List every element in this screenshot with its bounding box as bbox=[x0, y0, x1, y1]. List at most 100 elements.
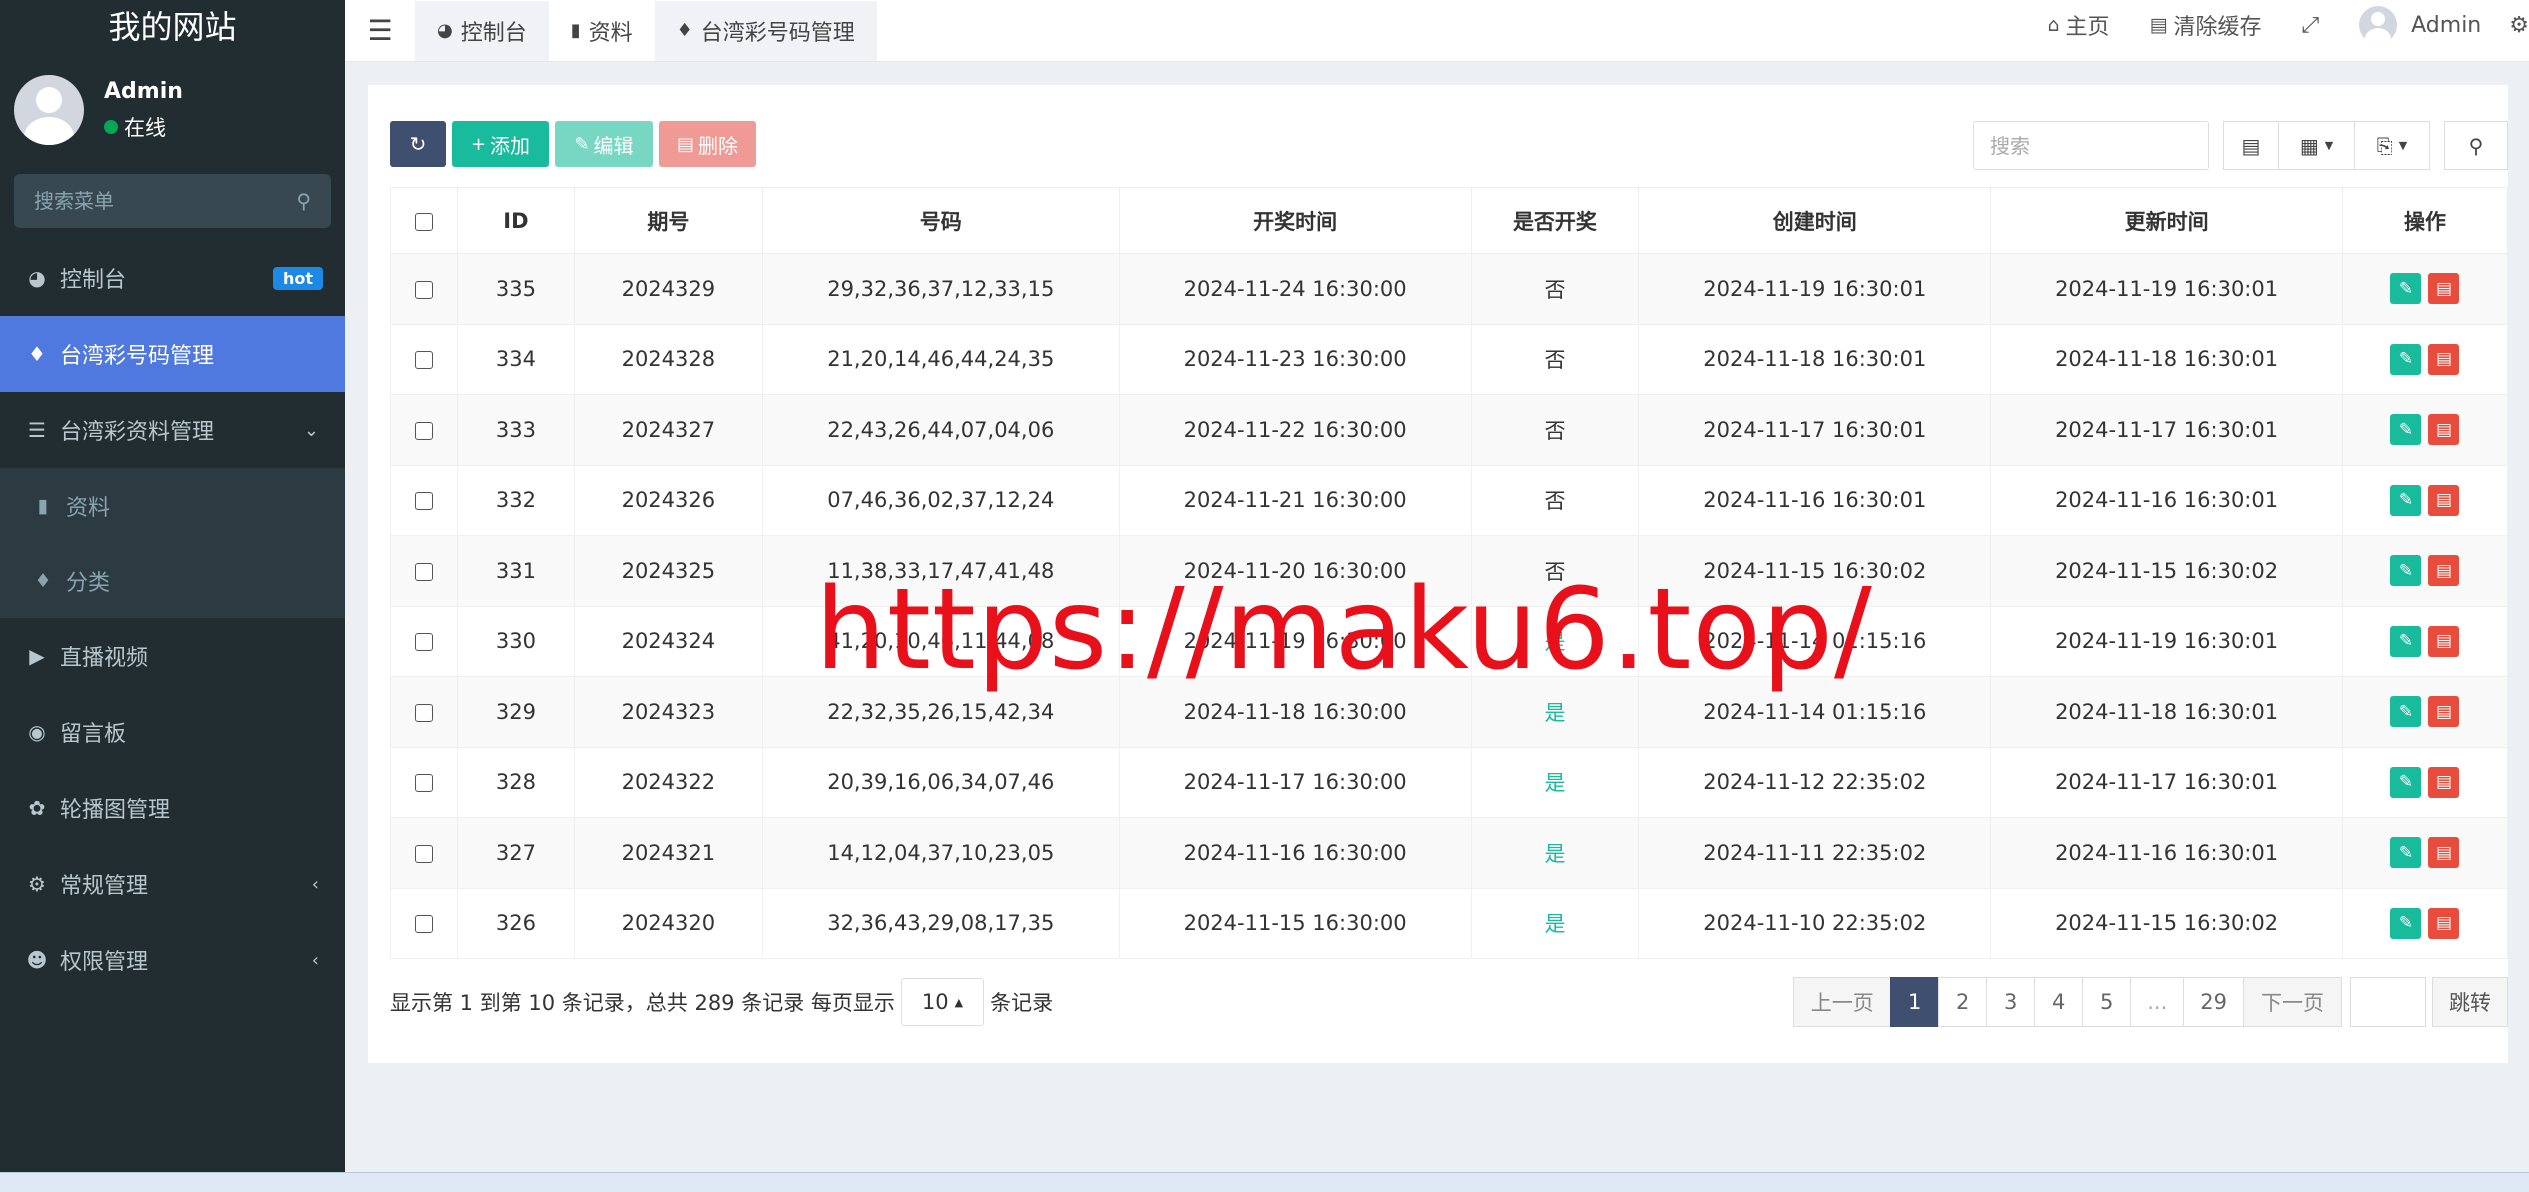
row-edit-button[interactable]: ✎ bbox=[2390, 343, 2422, 375]
home-link[interactable]: ⌂ 主页 bbox=[2027, 9, 2129, 41]
row-edit-button[interactable]: ✎ bbox=[2390, 625, 2422, 657]
row-delete-button[interactable]: ▤ bbox=[2428, 907, 2460, 939]
table-row[interactable]: 328 2024322 20,39,16,06,34,07,46 2024-11-17… bbox=[390, 746, 2509, 818]
row-checkbox[interactable] bbox=[414, 492, 433, 511]
menu-toggle-icon[interactable]: ☰ bbox=[345, 14, 415, 47]
gear-icon[interactable]: ⚙ bbox=[2501, 13, 2529, 38]
numbers-cell: 14,12,04,37,10,23,05 bbox=[761, 817, 1120, 889]
page-button[interactable]: 1 bbox=[1890, 977, 1940, 1027]
id-cell: 329 bbox=[456, 676, 575, 748]
row-checkbox[interactable] bbox=[414, 421, 433, 440]
search-icon[interactable]: ⚲ bbox=[296, 189, 311, 213]
row-delete-button[interactable]: ▤ bbox=[2428, 343, 2460, 375]
drawn-status-cell: 是 bbox=[1470, 746, 1640, 818]
table-row[interactable]: 333 2024327 22,43,26,44,07,04,06 2024-11-22… bbox=[390, 394, 2509, 466]
row-delete-button[interactable]: ▤ bbox=[2428, 555, 2460, 587]
row-delete-button[interactable]: ▤ bbox=[2428, 414, 2460, 446]
row-checkbox[interactable] bbox=[414, 774, 433, 793]
table-row[interactable]: 334 2024328 21,20,14,46,44,24,35 2024-11-23… bbox=[390, 323, 2509, 395]
page-button[interactable]: 29 bbox=[2183, 977, 2244, 1027]
search-button[interactable]: ⚲ bbox=[2444, 121, 2508, 170]
row-checkbox[interactable] bbox=[414, 633, 433, 652]
sidebar-item-category[interactable]: ♦ 分类 bbox=[0, 543, 345, 618]
table-row[interactable]: 332 2024326 07,46,36,02,37,12,24 2024-11-21… bbox=[390, 464, 2509, 536]
row-edit-button[interactable]: ✎ bbox=[2390, 696, 2422, 728]
row-edit-button[interactable]: ✎ bbox=[2390, 484, 2422, 516]
tab-materials[interactable]: ▮ 资料 bbox=[549, 1, 655, 61]
export-dropdown[interactable]: ⎘ ▼ bbox=[2355, 121, 2430, 170]
row-edit-button[interactable]: ✎ bbox=[2390, 907, 2422, 939]
page-button[interactable]: 4 bbox=[2034, 977, 2084, 1027]
admin-menu[interactable]: Admin bbox=[2339, 6, 2501, 44]
table-row[interactable]: 326 2024320 32,36,43,29,08,17,35 2024-11-15… bbox=[390, 887, 2509, 959]
row-edit-button[interactable]: ✎ bbox=[2390, 555, 2422, 587]
column-header[interactable]: 创建时间 bbox=[1638, 187, 1992, 254]
tab-dashboard[interactable]: ◕ 控制台 bbox=[415, 0, 549, 61]
row-delete-button[interactable]: ▤ bbox=[2428, 696, 2460, 728]
refresh-button[interactable]: ↻ bbox=[390, 121, 446, 167]
jump-page-input[interactable] bbox=[2350, 977, 2426, 1027]
toggle-view-icon[interactable]: ▤ bbox=[2223, 121, 2279, 170]
site-brand[interactable]: 我的网站 bbox=[0, 0, 345, 50]
row-edit-button[interactable]: ✎ bbox=[2390, 837, 2422, 869]
row-delete-button[interactable]: ▤ bbox=[2428, 625, 2460, 657]
delete-button[interactable]: ▤ 删除 bbox=[659, 121, 756, 167]
next-page-button[interactable]: 下一页 bbox=[2243, 977, 2342, 1027]
column-header[interactable]: 号码 bbox=[761, 187, 1120, 254]
row-delete-button[interactable]: ▤ bbox=[2428, 837, 2460, 869]
bell-icon: ♦ bbox=[28, 342, 46, 366]
table-row[interactable]: 327 2024321 14,12,04,37,10,23,05 2024-11-16… bbox=[390, 817, 2509, 889]
pencil-icon: ✎ bbox=[574, 133, 590, 155]
sidebar-item-label: 权限管理 bbox=[60, 950, 149, 975]
page-button[interactable]: 5 bbox=[2082, 977, 2132, 1027]
period-cell: 2024323 bbox=[573, 676, 763, 748]
row-checkbox[interactable] bbox=[414, 703, 433, 722]
row-delete-button[interactable]: ▤ bbox=[2428, 484, 2460, 516]
id-cell: 333 bbox=[456, 394, 575, 466]
select-all-checkbox[interactable] bbox=[414, 212, 433, 231]
fullscreen-icon[interactable]: ⤢ bbox=[2282, 13, 2340, 38]
clear-cache-button[interactable]: ▤ 清除缓存 bbox=[2130, 9, 2282, 41]
column-header[interactable]: 开奖时间 bbox=[1118, 187, 1472, 254]
table-search-input[interactable] bbox=[1990, 133, 2192, 158]
column-header[interactable]: 是否开奖 bbox=[1470, 187, 1640, 254]
columns-dropdown[interactable]: ▦ ▼ bbox=[2279, 121, 2355, 170]
sidebar-item-dashboard[interactable]: ◕ 控制台 hot bbox=[0, 240, 345, 316]
sidebar-search-input[interactable] bbox=[34, 189, 274, 213]
table-row[interactable]: 335 2024329 29,32,36,37,12,33,15 2024-11-24… bbox=[390, 253, 2509, 325]
column-header[interactable]: 期号 bbox=[573, 187, 763, 254]
sidebar-item-carousel[interactable]: ✿ 轮播图管理 bbox=[0, 770, 345, 846]
sidebar-item-label: 台湾彩资料管理 bbox=[60, 420, 215, 445]
row-edit-button[interactable]: ✎ bbox=[2390, 766, 2422, 798]
row-edit-button[interactable]: ✎ bbox=[2390, 273, 2422, 305]
row-select-cell bbox=[390, 676, 458, 748]
row-checkbox[interactable] bbox=[414, 915, 433, 934]
sidebar-item-general[interactable]: ⚙ 常规管理 ‹ bbox=[0, 846, 345, 922]
sidebar-item-lottery-numbers[interactable]: ♦ 台湾彩号码管理 bbox=[0, 316, 345, 392]
page-size-select[interactable]: 10 ▲ bbox=[900, 978, 985, 1026]
row-edit-button[interactable]: ✎ bbox=[2390, 414, 2422, 446]
add-button[interactable]: + 添加 bbox=[452, 121, 549, 167]
sidebar-item-live-video[interactable]: ▶ 直播视频 bbox=[0, 618, 345, 694]
drawn-status-cell: 否 bbox=[1470, 394, 1640, 466]
sidebar-item-permissions[interactable]: ☻ 权限管理 ‹ bbox=[0, 922, 345, 998]
row-checkbox[interactable] bbox=[414, 562, 433, 581]
row-checkbox[interactable] bbox=[414, 280, 433, 299]
row-delete-button[interactable]: ▤ bbox=[2428, 273, 2460, 305]
sidebar-item-materials[interactable]: ▮ 资料 bbox=[0, 468, 345, 543]
column-header[interactable]: ID bbox=[456, 187, 575, 254]
page-button[interactable]: 3 bbox=[1986, 977, 2036, 1027]
sidebar-item-message-board[interactable]: ◉ 留言板 bbox=[0, 694, 345, 770]
prev-page-button[interactable]: 上一页 bbox=[1793, 977, 1892, 1027]
user-avatar bbox=[14, 75, 84, 145]
row-checkbox[interactable] bbox=[414, 351, 433, 370]
tab-lottery-numbers[interactable]: ♦ 台湾彩号码管理 bbox=[654, 0, 877, 61]
updated-time-cell: 2024-11-18 16:30:01 bbox=[1990, 323, 2343, 395]
row-checkbox[interactable] bbox=[414, 844, 433, 863]
edit-button[interactable]: ✎ 编辑 bbox=[555, 121, 653, 167]
page-button[interactable]: 2 bbox=[1938, 977, 1988, 1027]
sidebar-item-lottery-data[interactable]: ☰ 台湾彩资料管理 ⌄ bbox=[0, 392, 345, 468]
jump-button[interactable]: 跳转 bbox=[2432, 977, 2508, 1027]
row-delete-button[interactable]: ▤ bbox=[2428, 766, 2460, 798]
column-header[interactable]: 更新时间 bbox=[1990, 187, 2343, 254]
